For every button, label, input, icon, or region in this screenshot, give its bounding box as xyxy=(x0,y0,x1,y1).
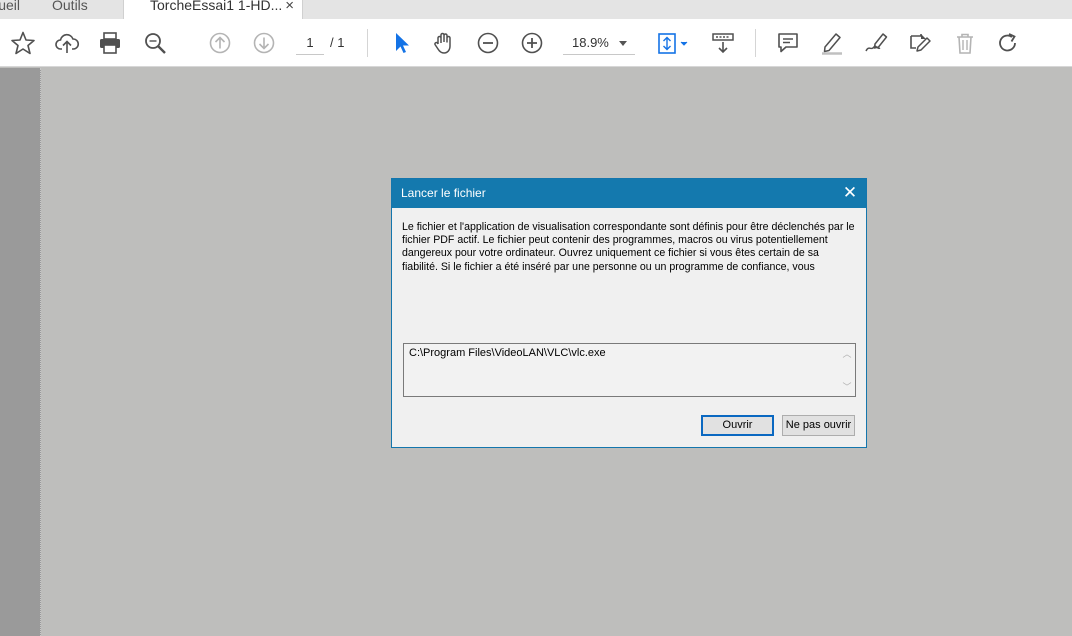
zoom-level-select[interactable]: 18.9% xyxy=(563,33,635,55)
chevron-down-icon[interactable]: ﹀ xyxy=(839,380,855,393)
scroll-mode-icon[interactable] xyxy=(709,29,737,57)
dialog-message: Le fichier et l'application de visualisa… xyxy=(402,221,855,273)
toolbar: 1 / 1 18.9% xyxy=(0,19,1072,67)
chevron-up-icon[interactable]: ︿ xyxy=(839,347,855,360)
arrow-down-circle-icon[interactable] xyxy=(250,29,278,57)
dialog-title: Lancer le fichier xyxy=(401,186,486,200)
tab-close-icon[interactable]: × xyxy=(285,0,294,19)
tab-home[interactable]: Accueil xyxy=(0,0,20,19)
zoom-out-icon[interactable] xyxy=(474,29,502,57)
file-path-text: C:\Program Files\VideoLAN\VLC\vlc.exe xyxy=(409,347,606,359)
tab-home-label: Accueil xyxy=(0,0,20,13)
toolbar-divider xyxy=(367,29,368,57)
tab-tools[interactable]: Outils xyxy=(52,0,88,19)
search-zoom-icon[interactable] xyxy=(141,29,169,57)
edit-doc-icon[interactable] xyxy=(906,29,934,57)
zoom-in-icon[interactable] xyxy=(518,29,546,57)
toolbar-divider xyxy=(755,29,756,57)
hand-icon[interactable] xyxy=(430,29,458,57)
path-scrollbar[interactable]: ︿ ﹀ xyxy=(839,344,855,396)
print-icon[interactable] xyxy=(96,29,124,57)
rotate-icon[interactable] xyxy=(994,29,1022,57)
arrow-up-circle-icon[interactable] xyxy=(206,29,234,57)
open-button[interactable]: Ouvrir xyxy=(701,415,774,436)
dialog-title-bar: Lancer le fichier ✕ xyxy=(392,179,866,208)
comment-icon[interactable] xyxy=(774,29,802,57)
do-not-open-button[interactable]: Ne pas ouvrir xyxy=(782,415,855,436)
select-cursor-icon[interactable] xyxy=(387,29,415,57)
close-icon[interactable]: ✕ xyxy=(840,179,860,208)
side-panel-strip xyxy=(0,68,41,636)
tab-tools-label: Outils xyxy=(52,0,88,13)
cloud-upload-icon[interactable] xyxy=(53,29,81,57)
highlight-icon[interactable] xyxy=(818,29,846,57)
sign-icon[interactable] xyxy=(862,29,890,57)
page-total: / 1 xyxy=(330,35,345,50)
trash-icon[interactable] xyxy=(951,29,979,57)
fit-page-icon[interactable] xyxy=(654,29,690,57)
launch-file-dialog: Lancer le fichier ✕ Le fichier et l'appl… xyxy=(391,178,867,448)
page-number-input[interactable]: 1 xyxy=(296,33,324,55)
tab-document-label: TorcheEssai1 1-HD... xyxy=(150,0,283,13)
tab-document[interactable]: TorcheEssai1 1-HD... × xyxy=(123,0,303,19)
star-icon[interactable] xyxy=(9,29,37,57)
file-path-field[interactable]: C:\Program Files\VideoLAN\VLC\vlc.exe ︿ … xyxy=(403,343,856,397)
zoom-level-value: 18.9% xyxy=(572,35,609,50)
chevron-down-icon xyxy=(619,41,627,46)
tab-strip: Accueil Outils TorcheEssai1 1-HD... × xyxy=(0,0,1072,19)
